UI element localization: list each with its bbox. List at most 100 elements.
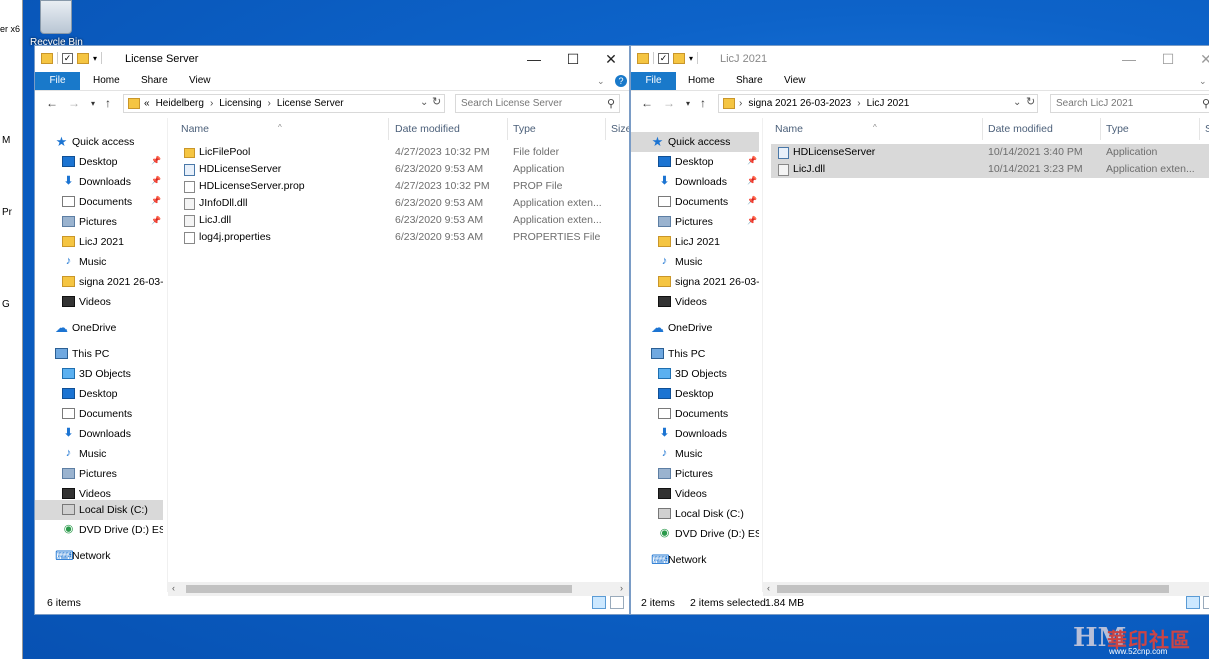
nav-3d-objects[interactable]: 3D Objects bbox=[631, 364, 759, 384]
customize-toolbar-chevron-icon[interactable]: ▾ bbox=[689, 54, 693, 63]
tab-view[interactable]: View bbox=[784, 72, 806, 90]
column-size[interactable]: Size bbox=[611, 123, 629, 135]
maximize-button[interactable]: ☐ bbox=[1149, 46, 1187, 72]
nav-local-disk[interactable]: Local Disk (C:) bbox=[35, 500, 163, 520]
file-row[interactable]: JInfoDll.dll 6/23/2020 9:53 AM Applicati… bbox=[175, 195, 615, 212]
refresh-icon[interactable]: ↻ bbox=[432, 95, 441, 108]
details-view-icon[interactable] bbox=[1186, 596, 1200, 609]
nav-dvd-drive[interactable]: ◉DVD Drive (D:) ESD- bbox=[35, 520, 163, 540]
file-row-selected[interactable]: HDLicenseServer 10/14/2021 3:40 PM Appli… bbox=[771, 144, 1209, 161]
forward-arrow-icon[interactable]: → bbox=[663, 96, 675, 110]
nav-pc-documents[interactable]: Documents bbox=[35, 404, 163, 424]
column-size[interactable]: S bbox=[1205, 123, 1209, 135]
breadcrumb-item[interactable]: Licensing bbox=[219, 98, 261, 109]
breadcrumb-item[interactable]: LicJ 2021 bbox=[867, 98, 910, 109]
breadcrumb-item[interactable]: Heidelberg bbox=[156, 98, 204, 109]
nav-this-pc[interactable]: This PC bbox=[35, 344, 163, 364]
breadcrumb-overflow[interactable]: « bbox=[144, 98, 150, 109]
nav-quick-access[interactable]: ★ Quick access bbox=[631, 132, 759, 152]
nav-videos[interactable]: Videos bbox=[631, 292, 759, 312]
nav-music[interactable]: ♪ Music bbox=[35, 252, 163, 272]
column-divider[interactable] bbox=[1100, 118, 1101, 140]
address-dropdown-icon[interactable]: ⌄ bbox=[420, 97, 428, 108]
forward-arrow-icon[interactable]: → bbox=[68, 96, 80, 110]
nav-onedrive[interactable]: ☁ OneDrive bbox=[631, 318, 759, 338]
breadcrumb-separator-icon[interactable]: › bbox=[268, 98, 271, 109]
breadcrumb-separator-icon[interactable]: › bbox=[857, 98, 860, 109]
nav-pc-music[interactable]: ♪ Music bbox=[35, 444, 163, 464]
nav-desktop[interactable]: Desktop 📌 bbox=[35, 152, 163, 172]
column-date-modified[interactable]: Date modified bbox=[395, 123, 460, 135]
file-row-selected[interactable]: LicJ.dll 10/14/2021 3:23 PM Application … bbox=[771, 161, 1209, 178]
nav-dvd-drive[interactable]: ◉DVD Drive (D:) ESD- bbox=[631, 524, 759, 544]
file-row[interactable]: HDLicenseServer.prop 4/27/2023 10:32 PM … bbox=[175, 178, 615, 195]
back-arrow-icon[interactable]: ← bbox=[46, 96, 58, 110]
large-icons-view-icon[interactable] bbox=[610, 596, 624, 609]
nav-licj-2021[interactable]: LicJ 2021 bbox=[631, 232, 759, 252]
minimize-button[interactable]: — bbox=[515, 46, 553, 72]
nav-pc-downloads[interactable]: ⬇ Downloads bbox=[35, 424, 163, 444]
column-divider[interactable] bbox=[982, 118, 983, 140]
breadcrumb-item[interactable]: signa 2021 26-03-2023 bbox=[748, 98, 851, 109]
nav-pictures[interactable]: Pictures 📌 bbox=[631, 212, 759, 232]
details-view-icon[interactable] bbox=[592, 596, 606, 609]
nav-downloads[interactable]: ⬇ Downloads 📌 bbox=[35, 172, 163, 192]
nav-3d-objects[interactable]: 3D Objects bbox=[35, 364, 163, 384]
nav-downloads[interactable]: ⬇ Downloads 📌 bbox=[631, 172, 759, 192]
file-row[interactable]: LicJ.dll 6/23/2020 9:53 AM Application e… bbox=[175, 212, 615, 229]
search-box[interactable]: Search LicJ 2021 ⚲ bbox=[1050, 94, 1209, 113]
large-icons-view-icon[interactable] bbox=[1203, 596, 1209, 609]
column-divider[interactable] bbox=[507, 118, 508, 140]
nav-pc-pictures[interactable]: Pictures bbox=[35, 464, 163, 484]
refresh-icon[interactable]: ↻ bbox=[1026, 95, 1035, 108]
help-icon[interactable]: ? bbox=[615, 75, 627, 87]
file-row[interactable]: LicFilePool 4/27/2023 10:32 PM File fold… bbox=[175, 144, 615, 161]
nav-music[interactable]: ♪ Music bbox=[631, 252, 759, 272]
breadcrumb-separator-icon[interactable]: › bbox=[739, 98, 742, 109]
nav-network[interactable]: ⌨ Network bbox=[631, 550, 759, 570]
up-arrow-icon[interactable]: ↑ bbox=[105, 96, 111, 110]
nav-quick-access[interactable]: ★ Quick access bbox=[35, 132, 163, 152]
address-bar[interactable]: › signa 2021 26-03-2023 › LicJ 2021 ⌄ bbox=[718, 94, 1038, 113]
file-row[interactable]: log4j.properties 6/23/2020 9:53 AM PROPE… bbox=[175, 229, 615, 246]
minimize-button[interactable]: — bbox=[1110, 46, 1148, 72]
column-divider[interactable] bbox=[605, 118, 606, 140]
tab-home[interactable]: Home bbox=[93, 72, 120, 90]
up-arrow-icon[interactable]: ↑ bbox=[700, 96, 706, 110]
recent-locations-chevron-icon[interactable]: ▾ bbox=[91, 99, 95, 108]
customize-toolbar-chevron-icon[interactable]: ▾ bbox=[93, 54, 97, 63]
tab-home[interactable]: Home bbox=[688, 72, 715, 90]
nav-documents[interactable]: Documents 📌 bbox=[35, 192, 163, 212]
column-divider[interactable] bbox=[388, 118, 389, 140]
back-arrow-icon[interactable]: ← bbox=[641, 96, 653, 110]
column-type[interactable]: Type bbox=[513, 123, 536, 135]
breadcrumb-separator-icon[interactable]: › bbox=[210, 98, 213, 109]
properties-check-icon[interactable]: ✓ bbox=[658, 52, 669, 64]
nav-onedrive[interactable]: ☁ OneDrive bbox=[35, 318, 163, 338]
search-box[interactable]: Search License Server ⚲ bbox=[455, 94, 620, 113]
new-folder-icon[interactable] bbox=[77, 52, 89, 64]
nav-documents[interactable]: Documents 📌 bbox=[631, 192, 759, 212]
nav-signa-folder[interactable]: signa 2021 26-03-20 bbox=[631, 272, 759, 292]
expand-ribbon-chevron-icon[interactable]: ⌄ bbox=[597, 72, 605, 90]
nav-local-disk[interactable]: Local Disk (C:) bbox=[631, 504, 759, 524]
nav-pc-desktop[interactable]: Desktop bbox=[35, 384, 163, 404]
nav-desktop[interactable]: Desktop 📌 bbox=[631, 152, 759, 172]
nav-pc-desktop[interactable]: Desktop bbox=[631, 384, 759, 404]
column-date-modified[interactable]: Date modified bbox=[988, 123, 1053, 135]
column-name[interactable]: Name bbox=[775, 123, 803, 135]
column-name[interactable]: Name bbox=[181, 123, 209, 135]
maximize-button[interactable]: ☐ bbox=[554, 46, 592, 72]
tab-share[interactable]: Share bbox=[141, 72, 168, 90]
pane-divider[interactable] bbox=[762, 118, 763, 592]
nav-pc-videos[interactable]: Videos bbox=[631, 484, 759, 504]
recent-locations-chevron-icon[interactable]: ▾ bbox=[686, 99, 690, 108]
address-dropdown-icon[interactable]: ⌄ bbox=[1013, 97, 1021, 108]
column-divider[interactable] bbox=[1199, 118, 1200, 140]
close-button[interactable]: ✕ bbox=[592, 46, 629, 72]
nav-network[interactable]: ⌨ Network bbox=[35, 546, 163, 566]
address-bar[interactable]: « Heidelberg › Licensing › License Serve… bbox=[123, 94, 445, 113]
pane-divider[interactable] bbox=[167, 118, 168, 592]
recycle-bin-shortcut[interactable]: Recycle Bin bbox=[30, 0, 83, 50]
tab-view[interactable]: View bbox=[189, 72, 211, 90]
